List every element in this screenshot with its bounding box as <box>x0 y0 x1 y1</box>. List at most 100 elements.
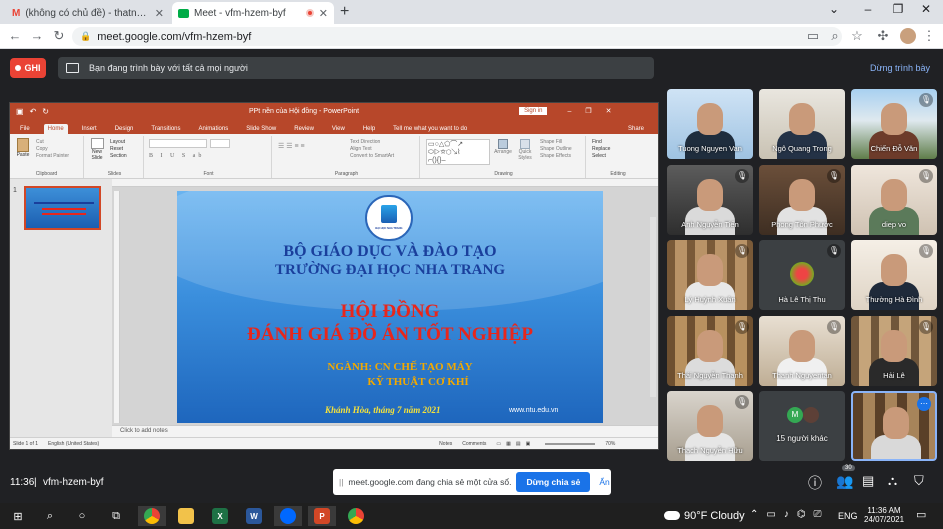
tell-me-box[interactable]: Tell me what you want to do <box>389 124 471 134</box>
activities-icon[interactable]: ⛬ <box>888 473 897 489</box>
participant-tile[interactable]: 🎙 Anh Nguyễn Tiến <box>667 165 753 235</box>
tab-search-icon[interactable]: ⌄ <box>822 2 846 16</box>
undo-icon[interactable]: ↶ <box>30 107 37 116</box>
arrange-button[interactable]: Arrange <box>494 139 512 156</box>
info-icon[interactable]: ⓘ <box>808 473 822 493</box>
vertical-scrollbar[interactable] <box>650 217 656 397</box>
section-button[interactable]: Section <box>110 153 127 160</box>
ribbon-tab-review[interactable]: Review <box>290 124 318 134</box>
align-text-button[interactable]: Align Text <box>350 146 394 153</box>
ppt-close-button[interactable]: ✕ <box>606 107 612 115</box>
shape-outline-button[interactable]: Shape Outline <box>540 146 572 153</box>
smartart-button[interactable]: Convert to SmartArt <box>350 153 394 160</box>
weather-status[interactable]: 90°F Cloudy <box>684 510 745 522</box>
layout-button[interactable]: Layout <box>110 139 127 146</box>
clock[interactable]: 11:36 AM 24/07/2021 <box>864 506 904 524</box>
new-tab-button[interactable]: + <box>340 3 349 21</box>
bookmark-star-icon[interactable]: ☆ <box>848 28 866 44</box>
slide-canvas[interactable]: ĐẠI HỌC NHA TRANG BỘ GIÁO DỤC VÀ ĐÀO TẠO… <box>177 191 603 423</box>
ribbon-tab-design[interactable]: Design <box>111 124 138 134</box>
hide-button[interactable]: Ẩn <box>599 477 609 487</box>
reset-button[interactable]: Reset <box>110 146 127 153</box>
menu-icon[interactable]: ⋮ <box>920 28 938 44</box>
stop-presenting-button[interactable]: Dừng trình bày <box>870 63 930 73</box>
select-button[interactable]: Select <box>592 153 610 160</box>
people-icon[interactable]: 👥 <box>836 473 853 490</box>
chrome-taskbar-icon[interactable] <box>138 506 166 526</box>
close-tab-icon[interactable]: ✕ <box>319 7 328 20</box>
tab-meet[interactable]: Meet - vfm-hzem-byf ✕ <box>172 2 334 24</box>
back-icon[interactable]: ← <box>6 28 24 43</box>
quick-styles-button[interactable]: Quick Styles <box>516 139 534 161</box>
ppt-maximize-button[interactable]: ❐ <box>585 107 591 115</box>
shapes-gallery[interactable]: ▭○△⬠⌒↗ ⬭▷☆⬡↘⌇ ⌐(){}⌢ <box>426 139 490 165</box>
close-tab-icon[interactable]: ✕ <box>155 7 164 20</box>
excel-icon[interactable]: X <box>206 506 234 526</box>
comments-button[interactable]: Comments <box>462 441 486 447</box>
participant-tile[interactable]: 🎙 Thường Hà Đình <box>851 240 937 310</box>
profile-avatar[interactable] <box>900 28 916 44</box>
participant-tile[interactable]: 🎙 Hà Lê Thị Thu <box>759 240 845 310</box>
copy-button[interactable]: Copy <box>36 146 69 153</box>
extensions-icon[interactable]: ✣ <box>874 28 892 44</box>
tab-gmail[interactable]: M (không có chủ đề) - thatnh@ntu.e ✕ <box>6 2 170 24</box>
camera-icon[interactable]: ▭ <box>804 28 822 44</box>
text-direction-button[interactable]: Text Direction <box>350 139 394 146</box>
cut-button[interactable]: Cut <box>36 139 69 146</box>
drag-handle-icon[interactable]: || <box>339 477 343 487</box>
minimize-button[interactable]: – <box>856 2 880 16</box>
chat-icon[interactable]: ▤ <box>862 473 874 489</box>
word-icon[interactable]: W <box>240 506 268 526</box>
participant-tile[interactable]: 🎙 Phong Tôn Phước <box>759 165 845 235</box>
view-buttons[interactable]: ▭▦▤▣ <box>496 441 535 447</box>
share-button[interactable]: Share <box>624 124 648 134</box>
save-icon[interactable]: ▣ <box>16 107 24 116</box>
input-language[interactable]: ENG <box>838 511 858 521</box>
participant-tile[interactable]: 🎙 diep vo <box>851 165 937 235</box>
zoom-level[interactable]: 70% <box>605 441 615 447</box>
sign-in-button[interactable]: Sign in <box>519 107 548 115</box>
ppt-minimize-button[interactable]: – <box>567 108 571 115</box>
redo-icon[interactable]: ↻ <box>42 107 49 116</box>
maximize-button[interactable]: ❐ <box>886 2 910 16</box>
participant-tile[interactable]: 🎙 Hải Lê <box>851 316 937 386</box>
font-name-box[interactable] <box>149 139 207 148</box>
ribbon-tab-slideshow[interactable]: Slide Show <box>242 124 280 134</box>
notes-button[interactable]: Notes <box>439 441 452 447</box>
reload-icon[interactable]: ↻ <box>50 28 68 44</box>
font-format-icons[interactable]: B I U S ab <box>149 153 204 159</box>
powerpoint-taskbar-icon[interactable]: P <box>308 506 336 526</box>
replace-button[interactable]: Replace <box>592 146 610 153</box>
stop-sharing-button[interactable]: Dừng chia sẻ <box>516 472 591 492</box>
file-explorer-icon[interactable] <box>172 506 200 526</box>
start-icon[interactable]: ⊞ <box>4 506 32 526</box>
chrome-2-icon[interactable] <box>342 506 370 526</box>
participant-tile[interactable]: Tuong Nguyen Van <box>667 89 753 159</box>
notes-pane[interactable]: Click to add notes <box>112 425 658 437</box>
ribbon-tab-home[interactable]: Home <box>43 124 68 134</box>
ribbon-tab-animations[interactable]: Animations <box>195 124 233 134</box>
ribbon-tab-view[interactable]: View <box>328 124 349 134</box>
system-tray-icons[interactable]: ⌃▭♪⌬⎚ <box>750 509 830 520</box>
new-slide-button[interactable]: New Slide <box>88 138 106 161</box>
ribbon-tab-file[interactable]: File <box>16 124 34 134</box>
host-controls-icon[interactable]: ⛉ <box>914 473 924 489</box>
slide-thumbnail[interactable] <box>24 186 101 230</box>
find-button[interactable]: Find <box>592 139 610 146</box>
zoom-slider[interactable] <box>545 442 596 445</box>
zoom-icon[interactable]: ⌕ <box>826 28 844 44</box>
ribbon-tab-insert[interactable]: Insert <box>78 124 101 134</box>
participant-tile[interactable]: 🎙 Thái Nguyễn Thanh <box>667 316 753 386</box>
notifications-icon[interactable]: ▭ <box>916 508 926 521</box>
paragraph-icons[interactable]: ☰ ☰ ≡ ≡ <box>278 142 305 150</box>
self-tile[interactable]: ⋯ <box>851 391 937 461</box>
others-tile[interactable]: M 15 người khác <box>759 391 845 461</box>
ribbon-tab-help[interactable]: Help <box>359 124 379 134</box>
participant-tile[interactable]: 🎙 Thanh Nguyentan <box>759 316 845 386</box>
search-icon[interactable]: ⌕ <box>36 506 64 526</box>
address-bar[interactable]: 🔒 meet.google.com/vfm-hzem-byf <box>72 27 842 46</box>
task-view-icon[interactable]: ⧉ <box>102 506 130 526</box>
participant-tile[interactable]: 🎙 Thạch Nguyễn Hữu <box>667 391 753 461</box>
participant-tile[interactable]: 🎙 Lý Huỳnh Xuân <box>667 240 753 310</box>
ribbon-tab-transitions[interactable]: Transitions <box>147 124 184 134</box>
